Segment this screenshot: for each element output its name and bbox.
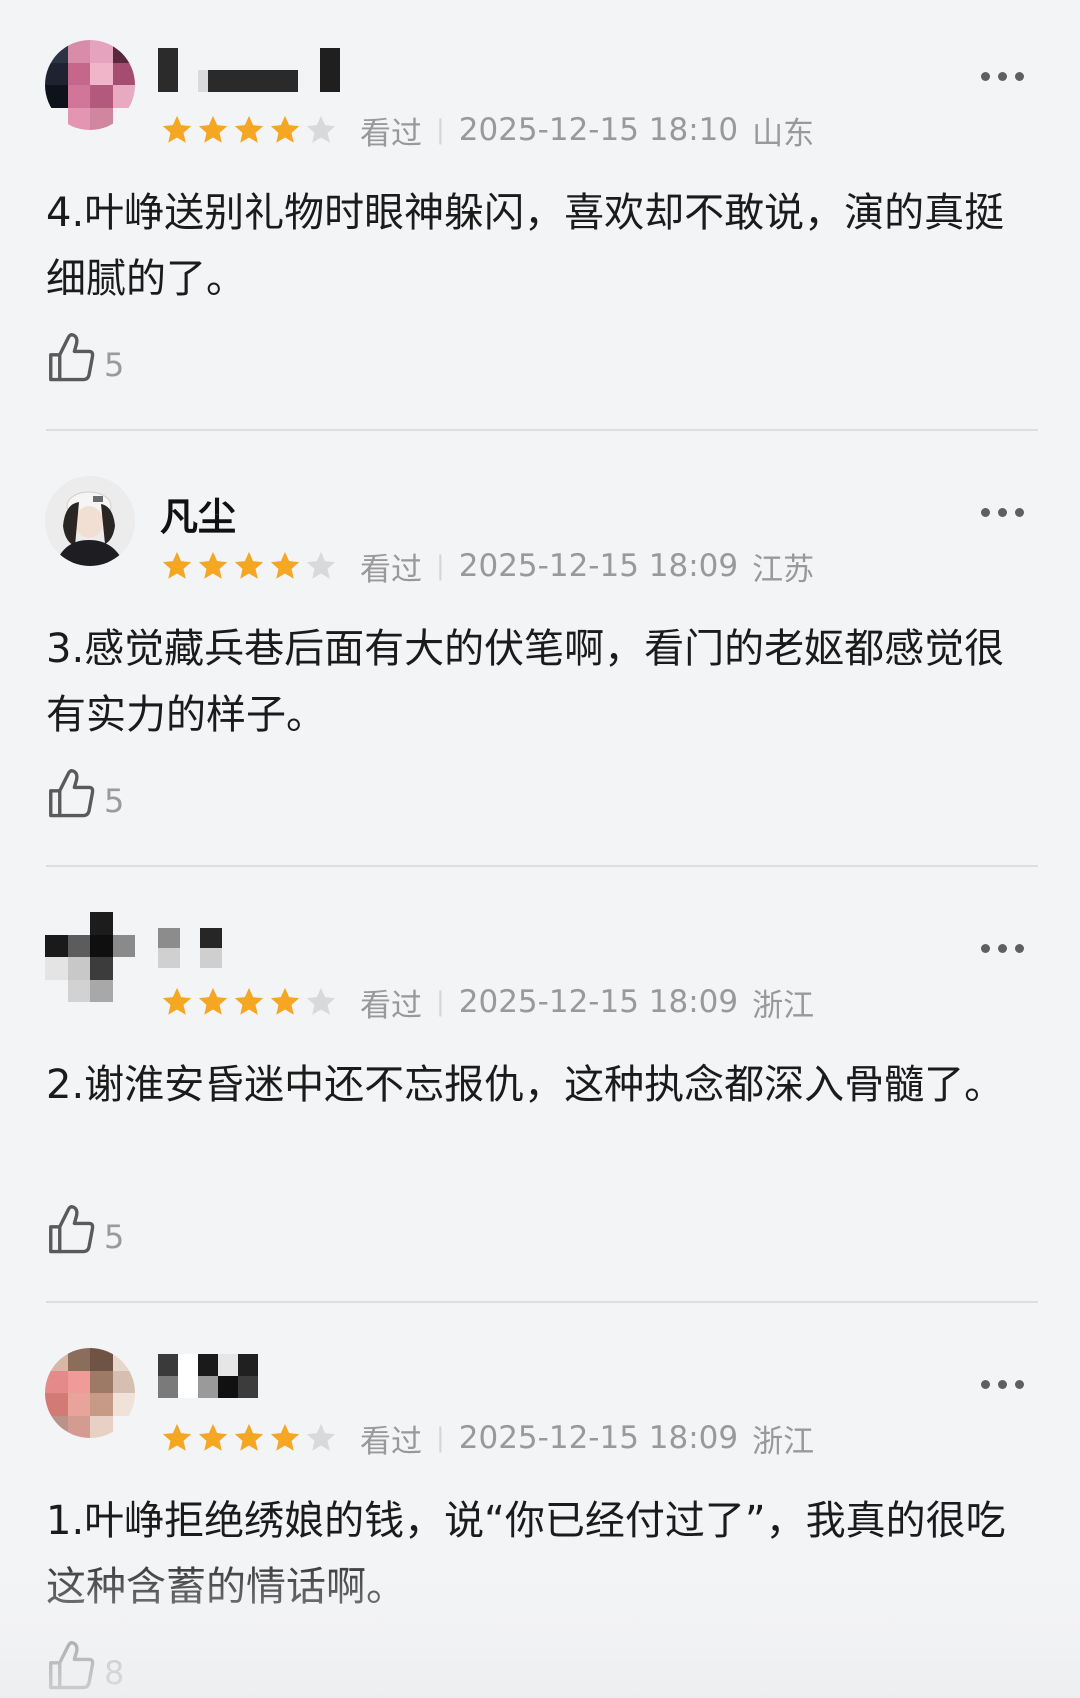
- review-location: 浙江: [752, 1423, 815, 1460]
- thumbs-up-icon: [44, 766, 98, 824]
- star-filled-icon: [162, 987, 192, 1015]
- star-filled-icon: [198, 115, 228, 143]
- user-name[interactable]: 凡尘: [160, 486, 236, 541]
- star-filled-icon: [162, 115, 192, 143]
- review-item: 看过 | 2025-12-15 18:09 浙江 1.叶峥拒绝绣娘的钱，说“你已…: [0, 1308, 1080, 1698]
- avatar[interactable]: [45, 1348, 135, 1438]
- review-meta: 看过 | 2025-12-15 18:09 浙江: [160, 980, 814, 1024]
- star-filled-icon: [162, 551, 192, 579]
- star-rating: [160, 985, 338, 1019]
- watch-status: 看过: [360, 1423, 422, 1460]
- meta-separator: |: [436, 115, 445, 145]
- review-location: 山东: [752, 115, 815, 152]
- star-empty-icon: [306, 1423, 336, 1451]
- watch-status: 看过: [360, 551, 422, 588]
- star-filled-icon: [234, 1423, 264, 1451]
- avatar[interactable]: [45, 40, 135, 130]
- avatar[interactable]: [45, 912, 135, 1002]
- star-filled-icon: [198, 987, 228, 1015]
- avatar[interactable]: [45, 476, 135, 566]
- review-date: 2025-12-15 18:10: [458, 112, 739, 148]
- star-empty-icon: [306, 115, 336, 143]
- review-date: 2025-12-15 18:09: [458, 984, 739, 1020]
- meta-separator: |: [436, 551, 445, 581]
- review-item: 看过 | 2025-12-15 18:10 山东 4.叶峥送别礼物时眼神躲闪，喜…: [0, 0, 1080, 436]
- review-item: 凡尘 看过 | 2025-12-15 18:09 江苏 3.感觉藏兵巷后面有大的…: [0, 436, 1080, 872]
- star-filled-icon: [270, 115, 300, 143]
- like-count: 8: [104, 1654, 125, 1692]
- star-filled-icon: [234, 987, 264, 1015]
- star-empty-icon: [306, 987, 336, 1015]
- thumbs-up-icon: [44, 1202, 98, 1260]
- more-dots-icon[interactable]: [981, 508, 1024, 517]
- watch-status: 看过: [360, 987, 422, 1024]
- divider: [46, 1301, 1038, 1303]
- star-filled-icon: [270, 987, 300, 1015]
- review-date: 2025-12-15 18:09: [458, 1420, 739, 1456]
- star-filled-icon: [162, 1423, 192, 1451]
- star-filled-icon: [234, 551, 264, 579]
- star-filled-icon: [270, 1423, 300, 1451]
- star-filled-icon: [270, 551, 300, 579]
- review-date: 2025-12-15 18:09: [458, 548, 739, 584]
- more-dots-icon[interactable]: [981, 944, 1024, 953]
- review-text: 3.感觉藏兵巷后面有大的伏笔啊，看门的老妪都感觉很有实力的样子。: [46, 626, 1005, 738]
- like-button[interactable]: 5: [44, 766, 124, 824]
- meta-separator: |: [436, 1423, 445, 1453]
- like-count: 5: [104, 346, 125, 384]
- review-meta: 看过 | 2025-12-15 18:09 江苏: [160, 544, 814, 588]
- user-name-redacted: [158, 1376, 258, 1420]
- like-count: 5: [104, 1218, 125, 1256]
- like-count: 5: [104, 782, 125, 820]
- like-button[interactable]: 8: [44, 1638, 124, 1696]
- more-dots-icon[interactable]: [981, 1380, 1024, 1389]
- thumbs-up-icon: [44, 1638, 98, 1696]
- review-text: 1.叶峥拒绝绣娘的钱，说“你已经付过了”，我真的很吃这种含蓄的情话啊。: [46, 1498, 1006, 1610]
- star-filled-icon: [198, 551, 228, 579]
- divider: [46, 865, 1038, 867]
- review-text: 2.谢淮安昏迷中还不忘报仇，这种执念都深入骨髓了。: [46, 1062, 1005, 1108]
- user-name-redacted[interactable]: [158, 48, 340, 92]
- watch-status: 看过: [360, 115, 422, 152]
- divider: [46, 429, 1038, 431]
- review-location: 江苏: [752, 551, 815, 588]
- like-button[interactable]: 5: [44, 330, 124, 388]
- review-meta: 看过 | 2025-12-15 18:09 浙江: [160, 1416, 814, 1460]
- avatar-photo: [45, 476, 135, 566]
- star-rating: [160, 549, 338, 583]
- review-item: 看过 | 2025-12-15 18:09 浙江 2.谢淮安昏迷中还不忘报仇，这…: [0, 872, 1080, 1308]
- star-empty-icon: [306, 551, 336, 579]
- review-text: 4.叶峥送别礼物时眼神躲闪，喜欢却不敢说，演的真挺细腻的了。: [46, 190, 1005, 302]
- more-dots-icon[interactable]: [981, 72, 1024, 81]
- review-meta: 看过 | 2025-12-15 18:10 山东: [160, 108, 814, 152]
- meta-separator: |: [436, 987, 445, 1017]
- thumbs-up-icon: [44, 330, 98, 388]
- star-filled-icon: [198, 1423, 228, 1451]
- like-button[interactable]: 5: [44, 1202, 124, 1260]
- star-filled-icon: [234, 115, 264, 143]
- star-rating: [160, 1421, 338, 1455]
- star-rating: [160, 113, 338, 147]
- review-location: 浙江: [752, 987, 815, 1024]
